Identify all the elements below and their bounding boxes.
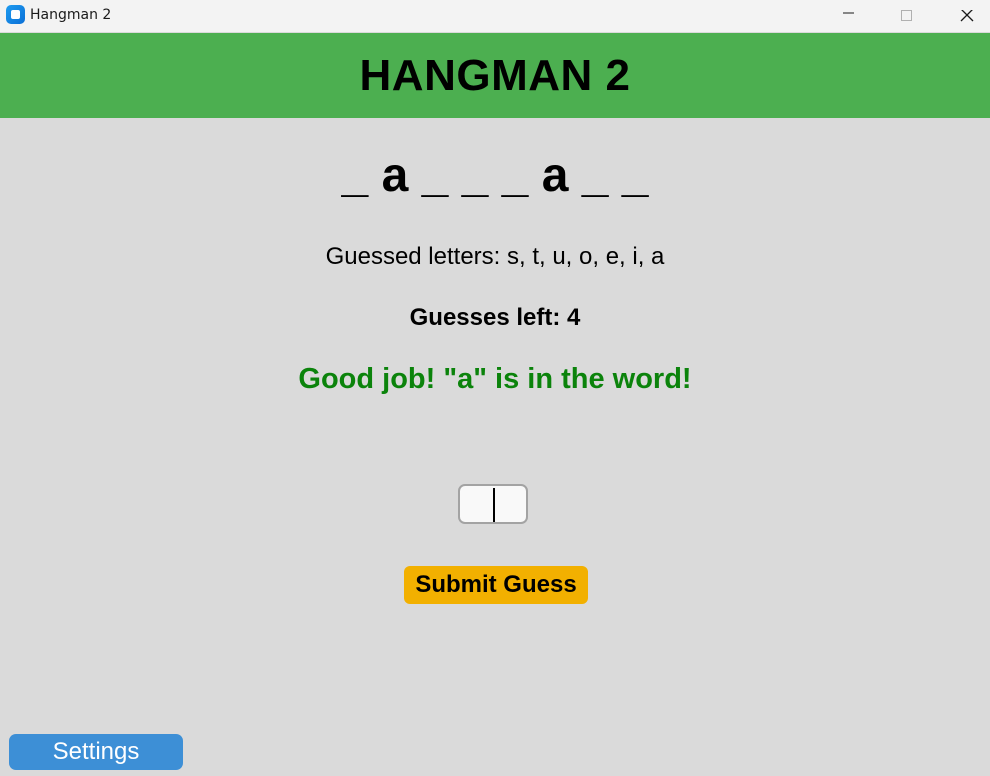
app-icon: [6, 5, 25, 24]
window-title: Hangman 2: [30, 7, 112, 23]
maximize-button[interactable]: [884, 0, 930, 32]
app-header: HANGMAN 2: [0, 33, 990, 118]
text-caret: [493, 488, 495, 522]
window-titlebar: Hangman 2: [0, 0, 990, 32]
minimize-button[interactable]: [826, 0, 872, 32]
word-display: _ a _ _ _ a _ _: [341, 149, 649, 202]
maximize-icon: [901, 10, 912, 21]
submit-guess-button[interactable]: Submit Guess: [404, 566, 588, 604]
guesses-left: Guesses left: 4: [409, 304, 581, 331]
settings-button[interactable]: Settings: [9, 734, 183, 770]
guessed-letters: Guessed letters: s, t, u, o, e, i, a: [325, 243, 665, 270]
close-button[interactable]: [943, 0, 989, 32]
minimize-icon: [843, 12, 854, 14]
close-icon: [960, 10, 974, 22]
feedback-message: Good job! "a" is in the word!: [298, 363, 692, 395]
page-title: HANGMAN 2: [359, 50, 631, 100]
